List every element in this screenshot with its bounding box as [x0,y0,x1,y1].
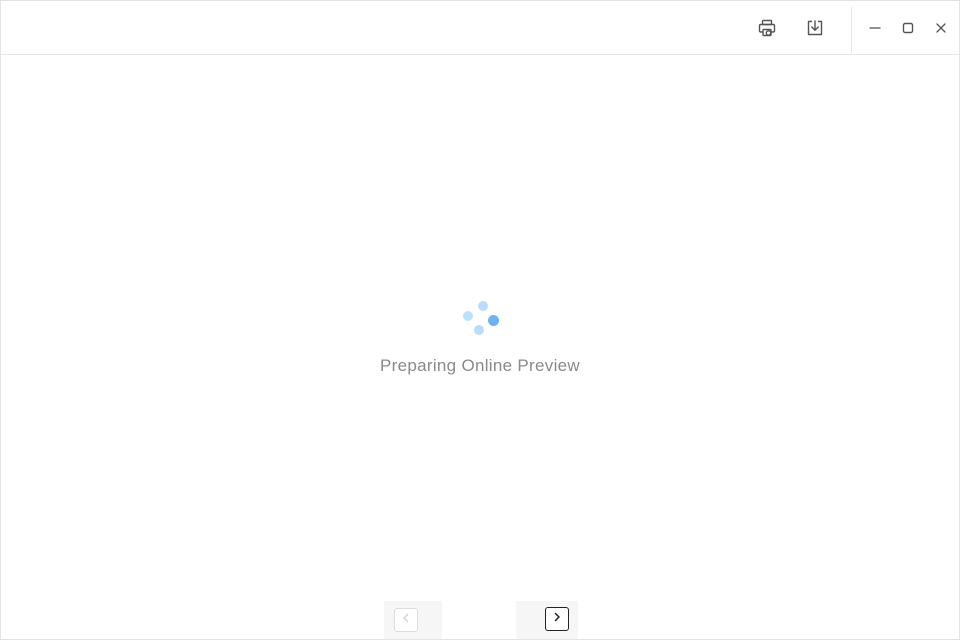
preview-window: Preparing Online Preview [0,0,960,640]
print-button[interactable] [751,12,783,44]
maximize-button[interactable] [892,12,924,44]
maximize-icon [900,20,916,36]
loading-message: Preparing Online Preview [380,356,580,375]
previous-page-area [384,601,442,639]
chevron-right-icon [551,610,563,628]
spinner-dot [463,311,473,321]
print-icon [757,18,777,38]
previous-page-button[interactable] [394,608,418,632]
download-icon [805,18,825,38]
titlebar-divider [851,7,852,53]
minimize-icon [867,20,883,36]
next-page-area [516,601,578,639]
chevron-left-icon [400,611,412,629]
close-button[interactable] [925,12,957,44]
loading-spinner-icon [457,298,505,346]
spinner-dot [478,301,488,311]
download-button[interactable] [799,12,831,44]
minimize-button[interactable] [859,12,891,44]
close-icon [933,20,949,36]
spinner-dot [488,315,499,326]
next-page-button[interactable] [545,607,569,631]
spinner-dot [474,325,484,335]
title-bar [1,1,959,55]
preview-area: Preparing Online Preview [1,56,959,639]
